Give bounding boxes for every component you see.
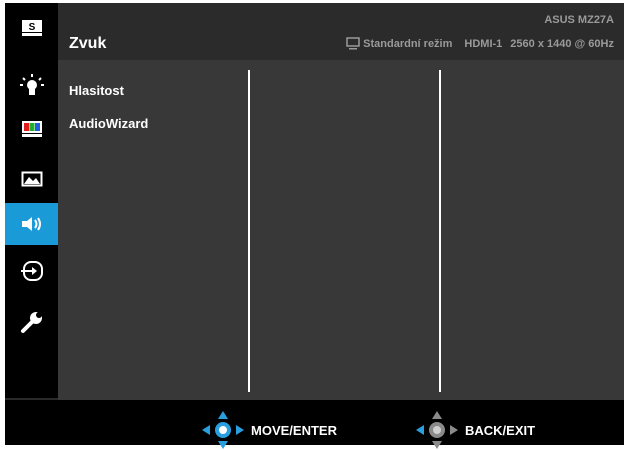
move-enter-label: MOVE/ENTER <box>251 422 337 438</box>
color-icon <box>21 121 42 137</box>
input-select-icon <box>20 261 43 281</box>
sidebar-item-input-select[interactable] <box>5 256 58 286</box>
monitor-icon <box>346 37 360 50</box>
sidebar-item-system-setup[interactable] <box>5 307 58 337</box>
footer: MOVE/ENTER BACK/EXIT <box>5 400 624 449</box>
model-name: ASUS MZ27A <box>544 14 614 26</box>
column-divider <box>439 70 441 392</box>
sidebar-item-sound[interactable] <box>5 203 58 245</box>
back-exit-hint: BACK/EXIT <box>415 410 535 450</box>
sidebar-item-image[interactable] <box>5 164 58 194</box>
osd-window: S Zvuk ASUS MZ27A Standardní režim HDMI-… <box>5 3 624 449</box>
system-setup-icon <box>20 312 42 333</box>
svg-text:S: S <box>28 22 35 33</box>
page-title: Zvuk <box>69 35 107 52</box>
move-enter-hint: MOVE/ENTER <box>201 410 337 450</box>
menu-item-audiowizard[interactable]: AudioWizard <box>69 116 148 131</box>
splendid-icon: S <box>21 20 42 36</box>
back-exit-label: BACK/EXIT <box>465 422 536 438</box>
joystick-move-icon <box>202 411 244 449</box>
menu-item-volume[interactable]: Hlasitost <box>69 83 124 98</box>
content-panel: Hlasitost AudioWizard <box>58 60 624 400</box>
column-divider <box>248 70 250 392</box>
sidebar-item-color[interactable] <box>5 114 58 144</box>
sidebar: S <box>5 3 58 398</box>
joystick-back-icon <box>416 411 458 449</box>
sound-icon <box>21 217 41 231</box>
status-bar: Standardní režim HDMI-1 2560 x 1440 @ 60… <box>346 37 614 50</box>
blue-light-filter-icon <box>19 74 44 95</box>
header: Zvuk ASUS MZ27A Standardní režim HDMI-1 … <box>58 3 624 60</box>
sidebar-item-blue-light[interactable] <box>5 71 58 101</box>
resolution-label: 2560 x 1440 @ 60Hz <box>510 37 614 50</box>
mode-label: Standardní režim <box>363 37 453 50</box>
image-icon <box>21 171 42 187</box>
sidebar-item-splendid[interactable]: S <box>5 13 58 43</box>
input-label: HDMI-1 <box>464 37 503 50</box>
